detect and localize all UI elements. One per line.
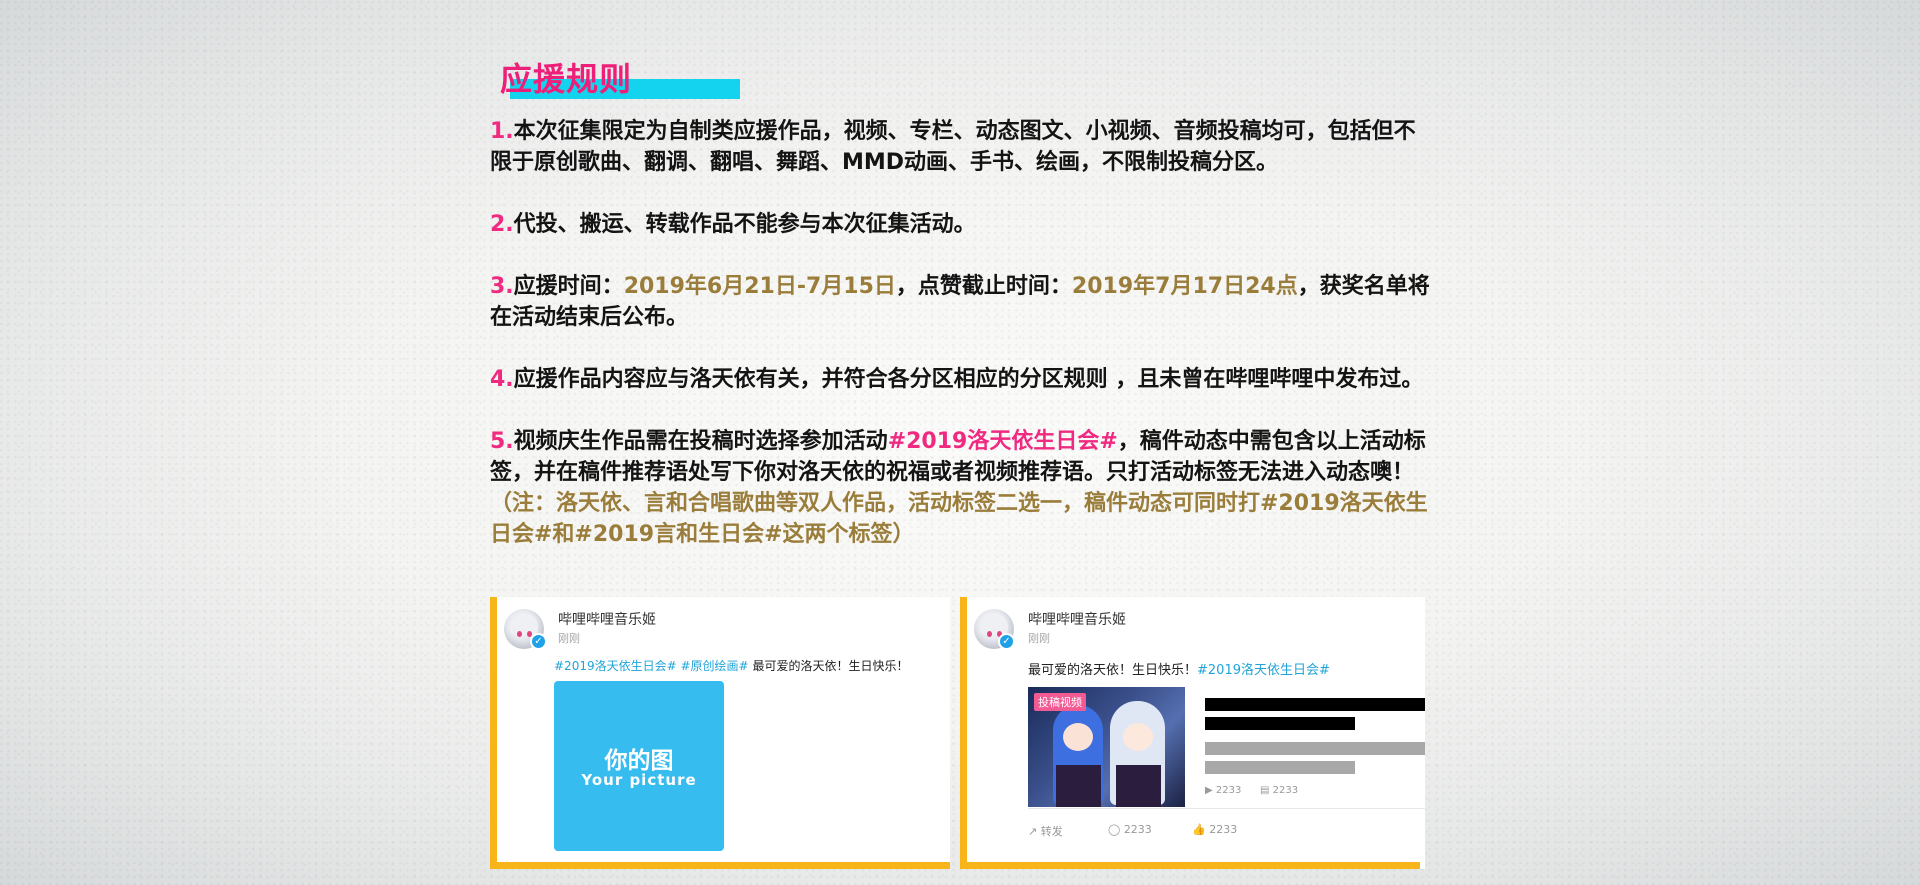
comment-button[interactable]: ◯ 2233 — [1108, 823, 1152, 836]
video-title-line-1 — [1205, 698, 1425, 711]
comment-icon: ◯ — [1108, 823, 1124, 836]
rule-highlight: （注：洛天依、言和合唱歌曲等双人作品，活动标签二选一，稿件动态可同时打#2019… — [490, 491, 1428, 547]
danmaku-icon: ▤ — [1260, 785, 1273, 796]
rule-item: 2.代投、搬运、转载作品不能参与本次征集活动。 — [490, 209, 1430, 240]
rule-item: 3.应援时间：2019年6月21日-7月15日，点赞截止时间：2019年7月17… — [490, 271, 1430, 333]
username: 哔哩哔哩音乐姬 — [558, 612, 656, 628]
rule-number: 4. — [490, 367, 514, 392]
hashtag-birthday[interactable]: #2019洛天依生日会# — [1197, 663, 1330, 678]
example-post-picture: ✓ 哔哩哔哩音乐姬 刚刚 #2019洛天依生日会# #原创绘画# 最可爱的洛天依… — [490, 597, 950, 869]
post-text: 最可爱的洛天依！生日快乐！#2019洛天依生日会# — [1028, 659, 1330, 678]
video-desc-line-1 — [1205, 742, 1425, 755]
divider — [1028, 808, 1425, 809]
hashtag-birthday[interactable]: #2019洛天依生日会# — [554, 659, 677, 673]
post-time: 刚刚 — [1028, 632, 1050, 645]
rule-number: 3. — [490, 274, 514, 299]
post-message: 最可爱的洛天依！生日快乐！ — [1028, 663, 1198, 678]
share-icon: ↗ — [1028, 825, 1041, 838]
rule-item: 5.视频庆生作品需在投稿时选择参加活动#2019洛天依生日会#，稿件动态中需包含… — [490, 426, 1430, 550]
frame-bottom-border — [490, 862, 950, 869]
post-text: #2019洛天依生日会# #原创绘画# 最可爱的洛天依！生日快乐！ — [554, 657, 908, 674]
rules-list: 1.本次征集限定为自制类应援作品，视频、专栏、动态图文、小视频、音频投稿均可，包… — [490, 116, 1430, 581]
rule-text: 应援作品内容应与洛天依有关，并符合各分区相应的分区规则 ，且未曾在哔哩哔哩中发布… — [513, 367, 1424, 392]
rule-text: 应援时间： — [513, 274, 624, 299]
play-count: ▶ 2233 — [1205, 785, 1242, 796]
picture-label-en: Your picture — [581, 771, 697, 789]
username: 哔哩哔哩音乐姬 — [1028, 612, 1126, 628]
like-button[interactable]: 👍 2233 — [1192, 823, 1237, 836]
video-label: 投稿视频 — [1034, 693, 1086, 711]
rules-title: 应援规则 — [500, 60, 633, 98]
picture-label-cn: 你的图 — [604, 748, 674, 774]
rule-text: 视频庆生作品需在投稿时选择参加活动 — [513, 429, 888, 454]
rule-number: 5. — [490, 429, 514, 454]
hashtag-original-art[interactable]: #原创绘画# — [680, 659, 748, 673]
rule-text: ，点赞截止时间： — [895, 274, 1072, 299]
post-message: 最可爱的洛天依！生日快乐！ — [752, 659, 909, 673]
your-picture-placeholder: 你的图 Your picture — [554, 681, 724, 851]
thumbs-up-icon: 👍 — [1192, 823, 1210, 836]
rule-hashtag: #2019洛天依生日会# — [887, 429, 1118, 454]
example-post-video: ✓ 哔哩哔哩音乐姬 刚刚 最可爱的洛天依！生日快乐！#2019洛天依生日会# 投… — [960, 597, 1425, 869]
frame-left-border — [490, 597, 497, 869]
verified-badge-icon: ✓ — [530, 633, 547, 650]
rules-heading: 应援规则 — [494, 52, 744, 102]
rule-number: 2. — [490, 212, 514, 237]
frame-bottom-border — [960, 862, 1420, 869]
rule-item: 4.应援作品内容应与洛天依有关，并符合各分区相应的分区规则 ，且未曾在哔哩哔哩中… — [490, 364, 1430, 395]
play-icon: ▶ — [1205, 785, 1216, 796]
video-thumbnail[interactable]: 投稿视频 — [1028, 687, 1185, 807]
video-desc-line-2 — [1205, 761, 1355, 774]
forward-button[interactable]: ↗ 转发 — [1028, 823, 1063, 839]
rule-item: 1.本次征集限定为自制类应援作品，视频、专栏、动态图文、小视频、音频投稿均可，包… — [490, 116, 1430, 178]
rule-number: 1. — [490, 119, 514, 144]
danmaku-count: ▤ 2233 — [1260, 785, 1299, 796]
rule-text: 代投、搬运、转载作品不能参与本次征集活动。 — [513, 212, 976, 237]
rule-highlight: 2019年7月17日24点 — [1071, 274, 1298, 299]
video-title-line-2 — [1205, 717, 1355, 730]
frame-left-border — [960, 597, 967, 869]
rule-highlight: 2019年6月21日-7月15日 — [623, 274, 896, 299]
rule-text: 本次征集限定为自制类应援作品，视频、专栏、动态图文、小视频、音频投稿均可，包括但… — [490, 119, 1416, 175]
post-time: 刚刚 — [558, 632, 580, 645]
verified-badge-icon: ✓ — [998, 633, 1015, 650]
